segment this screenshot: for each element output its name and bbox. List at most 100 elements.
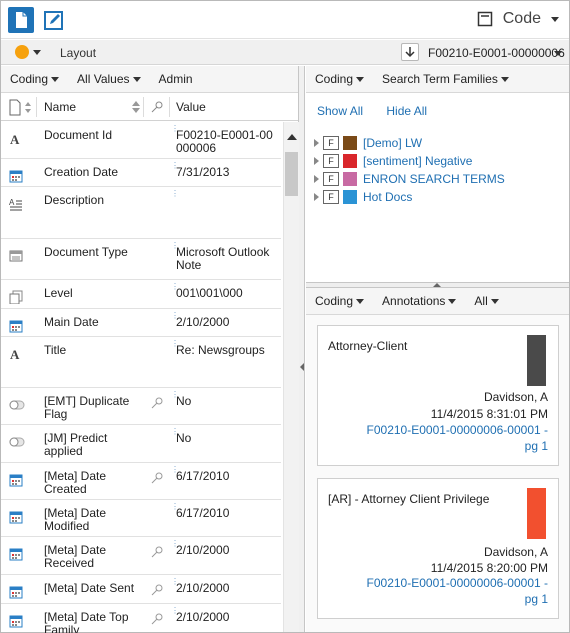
search-term-family-item[interactable]: F Hot Docs [314,188,505,206]
search-term-family-item[interactable]: F ENRON SEARCH TERMS [314,170,505,188]
family-label[interactable]: [sentiment] Negative [363,154,472,168]
field-value[interactable]: 6/17/2010 [176,507,276,520]
pages-icon [9,290,23,305]
family-label[interactable]: [Demo] LW [363,136,422,150]
field-value[interactable]: No [176,432,276,445]
field-row[interactable]: [Meta] Date Sent ⋮ 2/10/2000 [1,575,281,604]
layout-button[interactable]: Layout [60,46,96,60]
field-value[interactable]: 2/10/2000 [176,316,276,329]
field-row[interactable]: [Meta] Date Received ⋮ 2/10/2000 [1,537,281,575]
field-value[interactable]: 2/10/2000 [176,582,276,595]
annotations-menu[interactable]: Annotations [382,294,457,308]
annotation-card[interactable]: Attorney-Client Davidson, A 11/4/2015 8:31… [317,325,559,466]
field-row[interactable]: A Description ⋮ [1,187,281,239]
svg-text:A: A [10,347,20,361]
value-column-header[interactable]: Value [176,100,206,114]
field-value[interactable]: 7/31/2013 [176,166,276,179]
chevron-down-icon [448,298,457,304]
family-label[interactable]: Hot Docs [363,190,412,204]
all-values-menu[interactable]: All Values [77,72,141,86]
annotation-author: Davidson, A [483,390,548,404]
sort-icon[interactable] [131,100,141,114]
expand-icon[interactable] [314,193,319,201]
document-id-selector[interactable]: F00210-E0001-00000006 [428,46,565,60]
field-row[interactable]: Level ⋮ 001\001\000 [1,280,281,309]
field-value[interactable]: Re: Newsgroups [176,344,276,357]
chevron-down-icon[interactable] [554,51,562,56]
search-term-family-item[interactable]: F [Demo] LW [314,134,505,152]
field-value[interactable]: F00210-E0001-00000006 [176,129,276,155]
field-row[interactable]: A Document Id ⋮ F00210-E0001-00000006 [1,122,281,159]
field-value[interactable]: 001\001\000 [176,287,276,300]
field-name: Creation Date [44,165,119,179]
field-row[interactable]: [Meta] Date Top Family ⋮ 2/10/2000 [1,604,281,633]
scroll-up-icon[interactable] [287,134,297,140]
annotation-color-bar [527,488,546,539]
field-row[interactable]: Creation Date ⋮ 7/31/2013 [1,159,281,187]
family-icon: F [323,136,339,150]
field-row[interactable]: [Meta] Date Created ⋮ 6/17/2010 [1,463,281,500]
annotation-date: 11/4/2015 8:20:00 PM [430,561,548,575]
status-dot-icon[interactable] [15,45,29,59]
expand-icon[interactable] [314,157,319,165]
annotation-page-link[interactable]: F00210-E0001-00000006-00001 - pg 1 [358,422,548,454]
field-value[interactable]: Microsoft Outlook Note [176,246,276,272]
key-icon [151,584,163,596]
field-row[interactable]: A Title ⋮ Re: Newsgroups [1,337,281,388]
field-row[interactable]: [Meta] Date Modified ⋮ 6/17/2010 [1,500,281,537]
top-toolbar: Code [1,1,569,39]
search-term-families-menu[interactable]: Search Term Families [382,72,509,86]
text-field-icon: A [9,132,23,147]
coding-menu[interactable]: Coding [315,294,365,308]
calendar-icon [9,614,23,628]
name-column-header[interactable]: Name [44,100,76,114]
field-name: [Meta] Date Sent [44,581,135,595]
search-term-family-item[interactable]: F [sentiment] Negative [314,152,505,170]
code-menu[interactable]: Code [477,10,559,28]
chevron-down-icon[interactable] [33,50,41,55]
admin-menu[interactable]: Admin [159,72,193,86]
annotation-title: [AR] - Attorney Client Privilege [328,492,490,506]
field-name: Main Date [44,315,99,329]
field-value[interactable]: 6/17/2010 [176,470,276,483]
fields-scrollbar[interactable] [283,122,299,632]
color-swatch [343,154,357,168]
document-view-button[interactable] [8,7,34,33]
field-row[interactable]: Main Date ⋮ 2/10/2000 [1,309,281,337]
edit-coding-button[interactable] [40,7,66,33]
annotation-date: 11/4/2015 8:31:01 PM [430,407,548,421]
coding-menu[interactable]: Coding [10,72,60,86]
field-name: [Meta] Date Top Family [44,610,129,633]
type-sort-icon[interactable] [7,98,35,118]
coding-menu[interactable]: Coding [315,72,365,86]
calendar-icon [9,585,23,599]
annotation-page-link[interactable]: F00210-E0001-00000006-00001 - pg 1 [358,575,548,607]
document-icon [16,12,27,28]
all-filter-menu[interactable]: All [474,294,499,308]
family-label[interactable]: ENRON SEARCH TERMS [363,172,505,186]
search-term-tree: F [Demo] LW F [sentiment] Negative F ENRON SE… [314,134,505,206]
vertical-splitter[interactable] [299,66,305,632]
show-all-link[interactable]: Show All [317,104,363,118]
scrollbar-thumb[interactable] [285,152,298,196]
field-value[interactable]: No [176,395,276,408]
text-field-icon: A [9,347,23,362]
field-row[interactable]: Document Type ⋮ Microsoft Outlook Note [1,239,281,280]
hide-all-link[interactable]: Hide All [386,104,427,118]
field-row[interactable]: [EMT] Duplicate Flag ⋮ No [1,388,281,425]
annotation-card[interactable]: [AR] - Attorney Client Privilege Davidson… [317,478,559,619]
field-value[interactable]: 2/10/2000 [176,544,276,557]
calendar-icon [9,510,23,524]
family-icon: F [323,154,339,168]
expand-icon[interactable] [314,175,319,183]
chevron-down-icon [356,298,365,304]
collapse-left-icon[interactable] [300,363,304,371]
key-icon [151,546,163,558]
toggle-icon [9,435,25,449]
next-document-button[interactable] [401,43,419,61]
collapse-up-icon[interactable] [433,283,441,287]
calendar-icon [9,319,23,333]
field-row[interactable]: [JM] Predict applied ⋮ No [1,425,281,463]
expand-icon[interactable] [314,139,319,147]
field-value[interactable]: 2/10/2000 [176,611,276,624]
